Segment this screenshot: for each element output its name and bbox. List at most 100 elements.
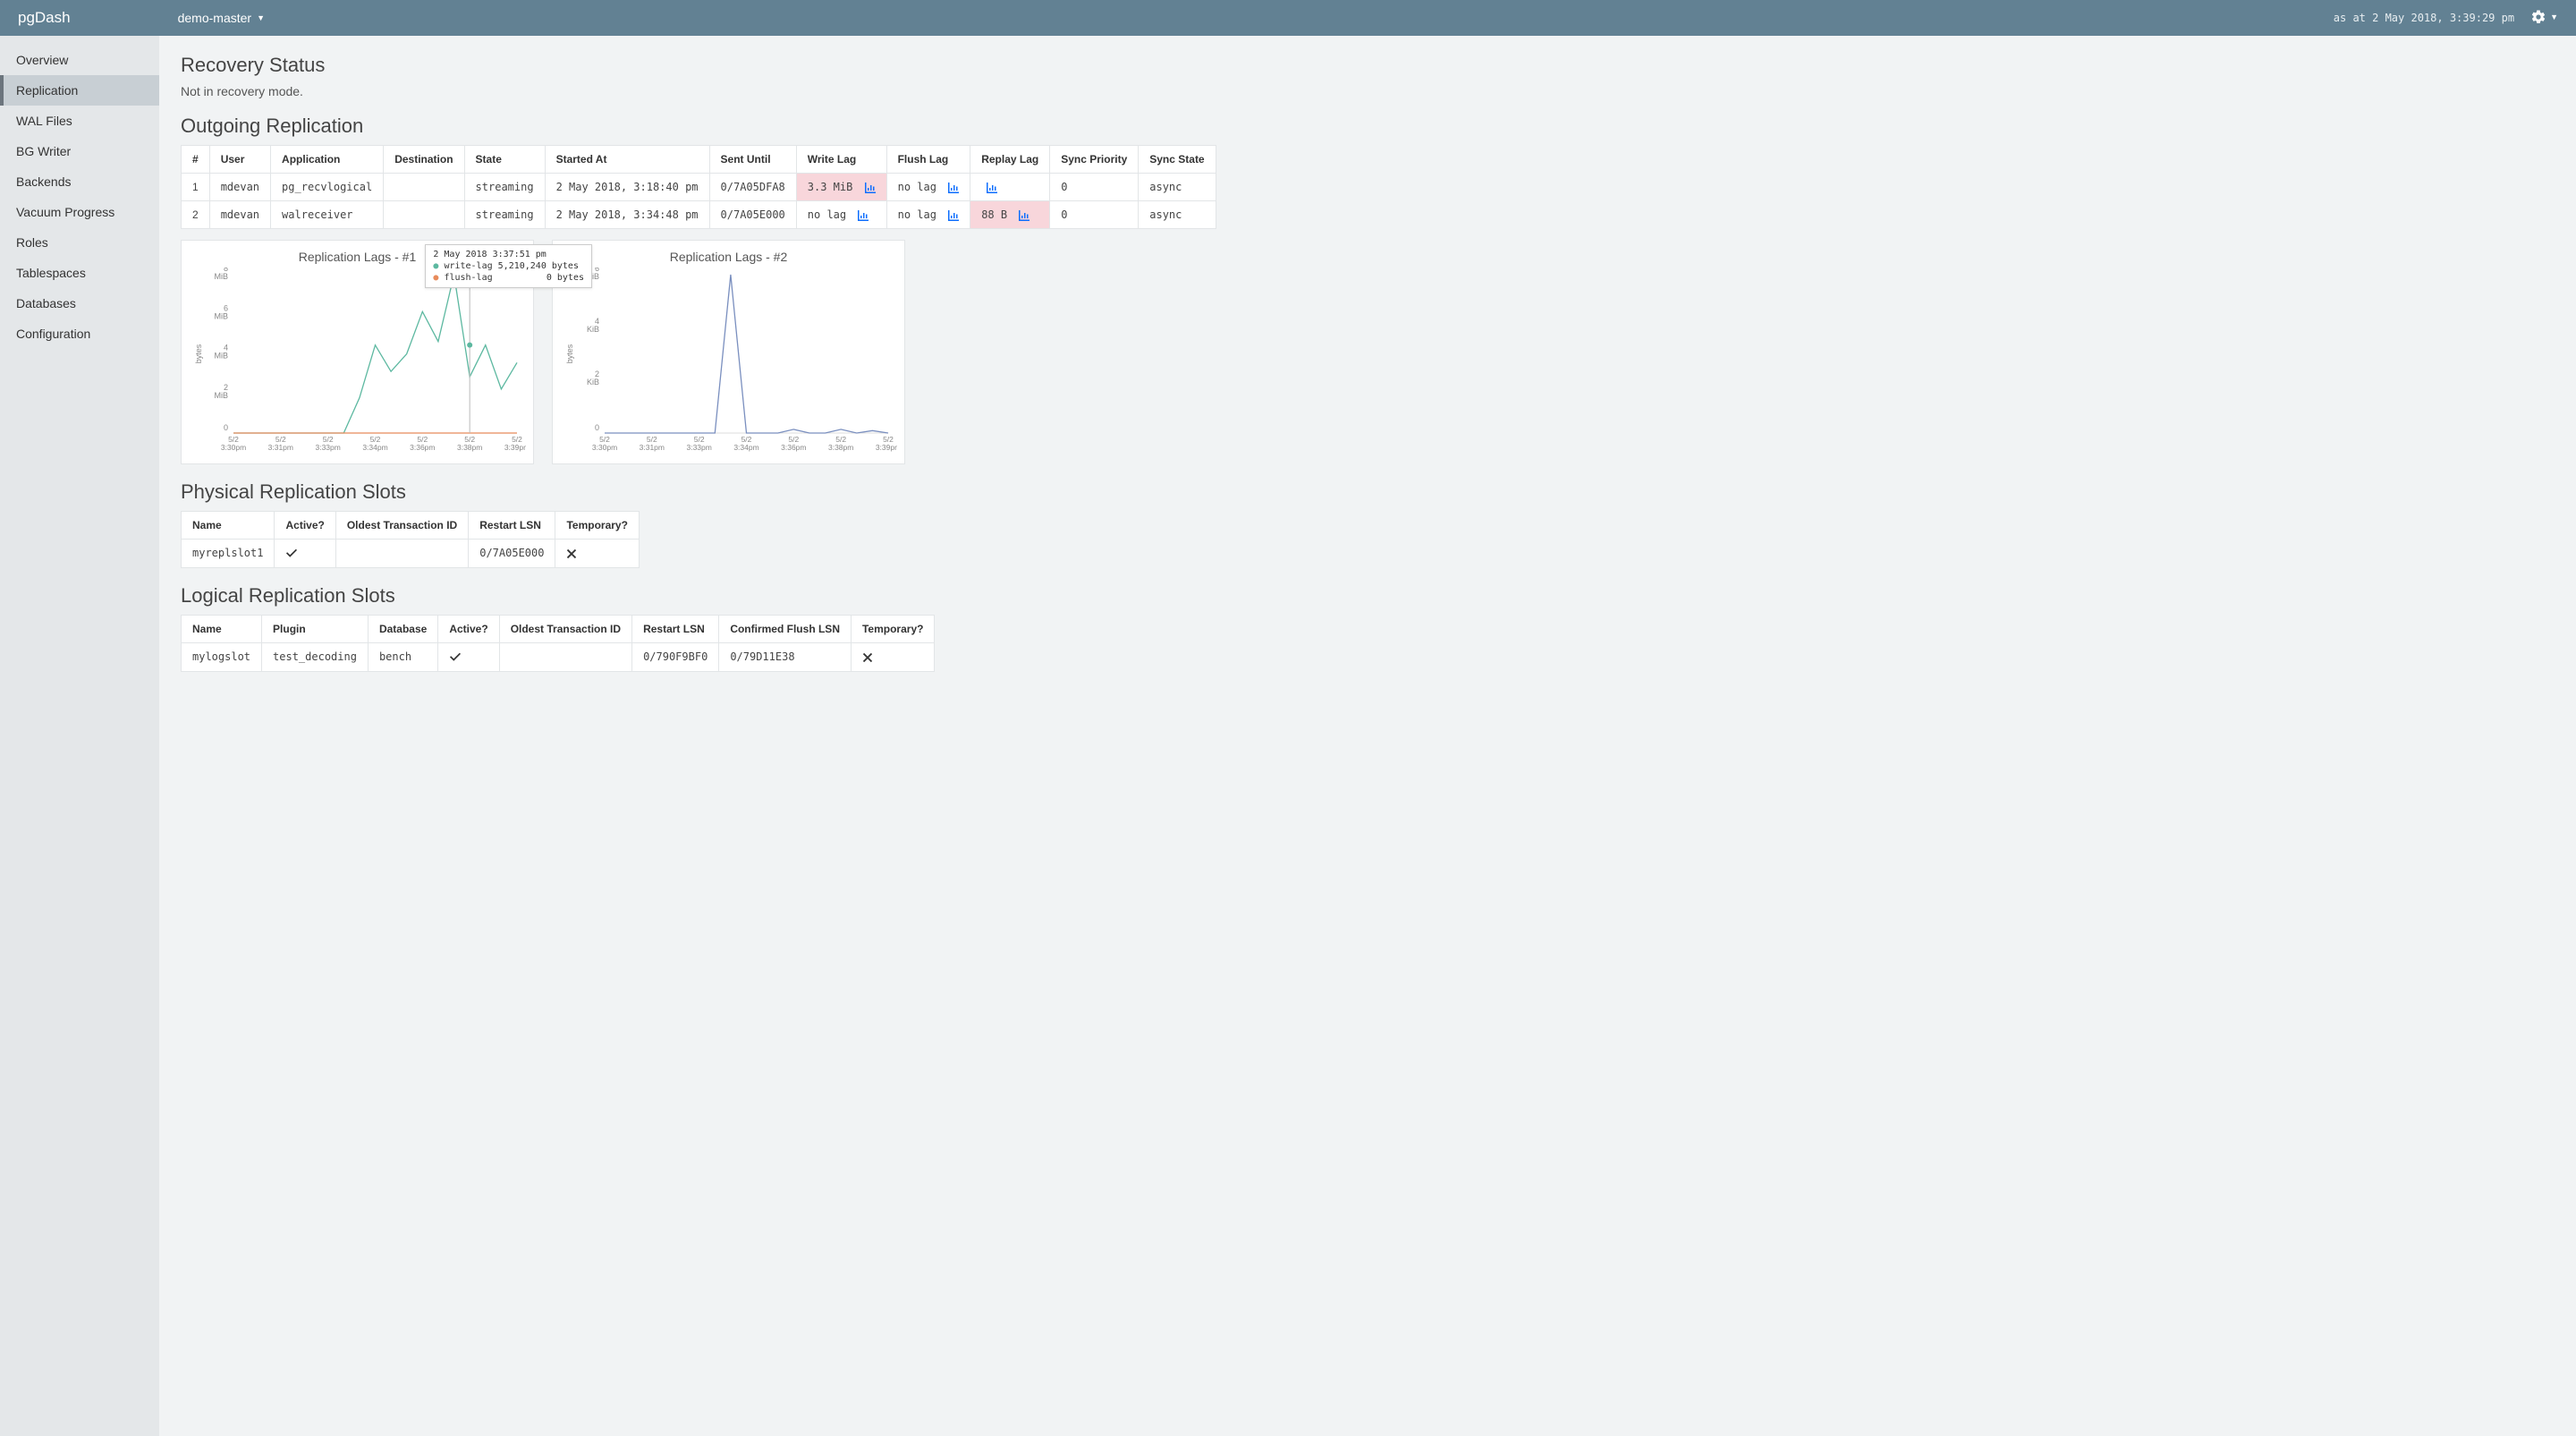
- chart-icon[interactable]: [948, 182, 959, 193]
- sidebar-item-configuration[interactable]: Configuration: [0, 319, 159, 349]
- svg-text:MiB: MiB: [215, 352, 229, 361]
- sidebar-item-overview[interactable]: Overview: [0, 45, 159, 75]
- sidebar-item-vacuum-progress[interactable]: Vacuum Progress: [0, 197, 159, 227]
- destination: [384, 174, 464, 201]
- svg-text:3:33pm: 3:33pm: [315, 443, 340, 452]
- temporary: [555, 540, 639, 568]
- physical-table: NameActive?Oldest Transaction IDRestart …: [181, 511, 640, 568]
- table-row: myreplslot1 0/7A05E000: [182, 540, 640, 568]
- svg-text:3:30pm: 3:30pm: [221, 443, 246, 452]
- plugin: test_decoding: [262, 642, 369, 671]
- state: streaming: [464, 174, 545, 201]
- oldest-txid: [499, 642, 631, 671]
- col-header: Destination: [384, 146, 464, 174]
- col-header: Sent Until: [709, 146, 796, 174]
- col-header: Plugin: [262, 615, 369, 642]
- sync-state: async: [1139, 201, 1216, 229]
- recovery-subtitle: Not in recovery mode.: [181, 84, 2555, 98]
- row-num: 2: [182, 201, 210, 229]
- svg-text:3:34pm: 3:34pm: [733, 443, 758, 452]
- svg-text:MiB: MiB: [215, 272, 229, 281]
- application: walreceiver: [271, 201, 384, 229]
- started-at: 2 May 2018, 3:34:48 pm: [545, 201, 709, 229]
- caret-down-icon: ▼: [257, 13, 265, 22]
- sidebar-item-bg-writer[interactable]: BG Writer: [0, 136, 159, 166]
- col-header: User: [209, 146, 270, 174]
- col-header: Restart LSN: [632, 615, 719, 642]
- svg-text:3:36pm: 3:36pm: [410, 443, 435, 452]
- caret-down-icon: ▼: [2550, 13, 2558, 21]
- main-content: Recovery Status Not in recovery mode. Ou…: [159, 36, 2576, 1436]
- svg-text:KiB: KiB: [587, 325, 599, 334]
- chart-2-title: Replication Lags - #2: [562, 250, 895, 264]
- server-name: demo-master: [178, 11, 251, 25]
- sidebar-item-tablespaces[interactable]: Tablespaces: [0, 258, 159, 288]
- write-lag: 3.3 MiB: [796, 174, 886, 201]
- col-header: Write Lag: [796, 146, 886, 174]
- sidebar-item-backends[interactable]: Backends: [0, 166, 159, 197]
- flush-lag: no lag: [886, 201, 970, 229]
- col-header: Temporary?: [851, 615, 934, 642]
- svg-text:3:31pm: 3:31pm: [640, 443, 665, 452]
- dot-icon: ●: [433, 273, 438, 283]
- sync-priority: 0: [1050, 174, 1139, 201]
- database: bench: [368, 642, 437, 671]
- col-header: Oldest Transaction ID: [335, 512, 468, 540]
- state: streaming: [464, 201, 545, 229]
- svg-text:3:33pm: 3:33pm: [686, 443, 711, 452]
- svg-text:3:39pm: 3:39pm: [504, 443, 526, 452]
- svg-text:MiB: MiB: [215, 311, 229, 320]
- sidebar-item-replication[interactable]: Replication: [0, 75, 159, 106]
- sync-state: async: [1139, 174, 1216, 201]
- chart-icon[interactable]: [1019, 209, 1030, 221]
- svg-text:3:31pm: 3:31pm: [268, 443, 293, 452]
- user: mdevan: [209, 174, 270, 201]
- svg-text:MiB: MiB: [215, 391, 229, 400]
- restart-lsn: 0/7A05E000: [469, 540, 555, 568]
- svg-text:bytes: bytes: [194, 344, 203, 363]
- snapshot-timestamp: as at 2 May 2018, 3:39:29 pm: [2334, 12, 2514, 24]
- sidebar-item-databases[interactable]: Databases: [0, 288, 159, 319]
- chart-icon[interactable]: [858, 209, 869, 221]
- table-row: 1mdevanpg_recvlogical streaming2 May 201…: [182, 174, 1216, 201]
- temporary: [851, 642, 934, 671]
- physical-title: Physical Replication Slots: [181, 480, 2555, 504]
- chart-card-2[interactable]: Replication Lags - #2 bytes02KiB4KiB6KiB…: [552, 240, 905, 464]
- svg-text:0: 0: [224, 423, 228, 432]
- svg-text:3:38pm: 3:38pm: [828, 443, 853, 452]
- logical-table: NamePluginDatabaseActive?Oldest Transact…: [181, 615, 935, 672]
- col-header: Name: [182, 615, 262, 642]
- chart-card-1[interactable]: Replication Lags - #1 bytes02MiB4MiB6MiB…: [181, 240, 534, 464]
- col-header: Started At: [545, 146, 709, 174]
- sent-until: 0/7A05DFA8: [709, 174, 796, 201]
- settings-menu[interactable]: ▼: [2530, 9, 2558, 25]
- replay-lag: [970, 174, 1050, 201]
- chart-icon[interactable]: [865, 182, 876, 193]
- svg-text:3:38pm: 3:38pm: [457, 443, 482, 452]
- sidebar-item-roles[interactable]: Roles: [0, 227, 159, 258]
- row-num: 1: [182, 174, 210, 201]
- logical-title: Logical Replication Slots: [181, 584, 2555, 608]
- server-dropdown[interactable]: demo-master ▼: [178, 11, 265, 25]
- col-header: #: [182, 146, 210, 174]
- write-lag: no lag: [796, 201, 886, 229]
- oldest-txid: [335, 540, 468, 568]
- restart-lsn: 0/790F9BF0: [632, 642, 719, 671]
- col-header: Replay Lag: [970, 146, 1050, 174]
- brand-logo[interactable]: pgDash: [18, 9, 71, 27]
- chart-icon[interactable]: [948, 209, 959, 221]
- svg-text:3:39pm: 3:39pm: [876, 443, 897, 452]
- slot-name: mylogslot: [182, 642, 262, 671]
- slot-name: myreplslot1: [182, 540, 275, 568]
- recovery-title: Recovery Status: [181, 54, 2555, 77]
- chart-icon[interactable]: [987, 182, 997, 193]
- outgoing-title: Outgoing Replication: [181, 115, 2555, 138]
- svg-text:0: 0: [595, 423, 599, 432]
- col-header: Sync State: [1139, 146, 1216, 174]
- sidebar-item-wal-files[interactable]: WAL Files: [0, 106, 159, 136]
- col-header: Oldest Transaction ID: [499, 615, 631, 642]
- col-header: Application: [271, 146, 384, 174]
- svg-text:3:30pm: 3:30pm: [592, 443, 617, 452]
- sync-priority: 0: [1050, 201, 1139, 229]
- table-row: mylogslottest_decodingbench 0/790F9BF00/…: [182, 642, 935, 671]
